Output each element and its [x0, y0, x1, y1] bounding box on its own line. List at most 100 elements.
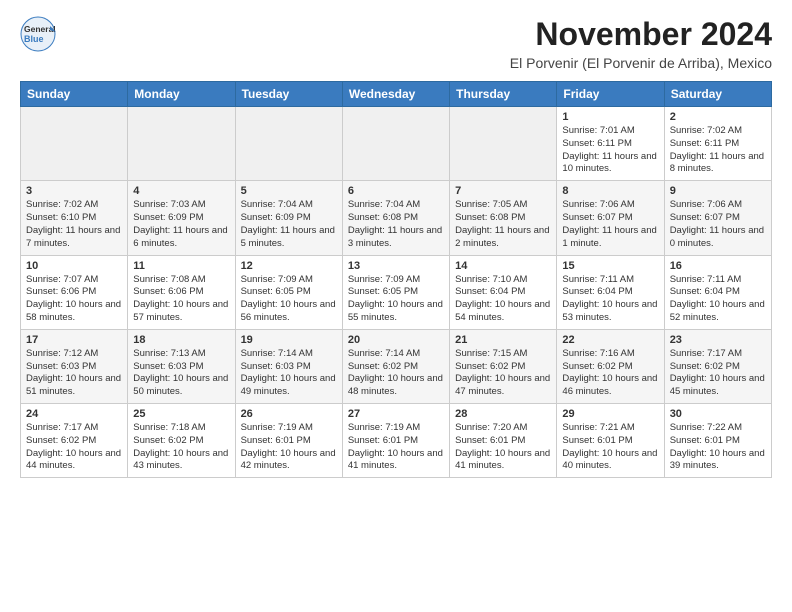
day-detail: Sunrise: 7:19 AM Sunset: 6:01 PM Dayligh… [241, 422, 337, 473]
location: El Porvenir (El Porvenir de Arriba), Mex… [510, 55, 772, 71]
calendar-cell: 15 Sunrise: 7:11 AM Sunset: 6:04 PM Dayli… [557, 255, 664, 329]
weekday-header-wednesday: Wednesday [342, 82, 449, 107]
calendar-cell: 8 Sunrise: 7:06 AM Sunset: 6:07 PM Daylig… [557, 181, 664, 255]
calendar-cell: 7 Sunrise: 7:05 AM Sunset: 6:08 PM Daylig… [450, 181, 557, 255]
calendar-cell: 9Sunrise: 7:06 AM Sunset: 6:07 PM Daylig… [664, 181, 771, 255]
calendar-cell: 18 Sunrise: 7:13 AM Sunset: 6:03 PM Dayli… [128, 329, 235, 403]
day-number: 21 [455, 334, 551, 346]
weekday-header-monday: Monday [128, 82, 235, 107]
day-detail: Sunrise: 7:15 AM Sunset: 6:02 PM Dayligh… [455, 348, 551, 399]
day-number: 15 [562, 260, 658, 272]
day-number: 28 [455, 408, 551, 420]
calendar-cell: 1 Sunrise: 7:01 AM Sunset: 6:11 PM Daylig… [557, 107, 664, 181]
day-number: 8 [562, 185, 658, 197]
day-number: 3 [26, 185, 122, 197]
day-detail: Sunrise: 7:20 AM Sunset: 6:01 PM Dayligh… [455, 422, 551, 473]
calendar-week-0: 1 Sunrise: 7:01 AM Sunset: 6:11 PM Daylig… [21, 107, 772, 181]
day-number: 26 [241, 408, 337, 420]
day-detail: Sunrise: 7:17 AM Sunset: 6:02 PM Dayligh… [670, 348, 766, 399]
calendar-cell: 28 Sunrise: 7:20 AM Sunset: 6:01 PM Dayli… [450, 404, 557, 478]
day-detail: Sunrise: 7:06 AM Sunset: 6:07 PM Dayligh… [670, 199, 766, 250]
calendar-cell: 25 Sunrise: 7:18 AM Sunset: 6:02 PM Dayli… [128, 404, 235, 478]
day-number: 6 [348, 185, 444, 197]
calendar-week-3: 17 Sunrise: 7:12 AM Sunset: 6:03 PM Dayli… [21, 329, 772, 403]
calendar-cell: 3 Sunrise: 7:02 AM Sunset: 6:10 PM Daylig… [21, 181, 128, 255]
day-number: 4 [133, 185, 229, 197]
calendar-cell: 24Sunrise: 7:17 AM Sunset: 6:02 PM Dayli… [21, 404, 128, 478]
calendar-cell: 27 Sunrise: 7:19 AM Sunset: 6:01 PM Dayli… [342, 404, 449, 478]
calendar-cell [450, 107, 557, 181]
calendar-cell: 10 Sunrise: 7:07 AM Sunset: 6:06 PM Dayli… [21, 255, 128, 329]
calendar-cell: 12 Sunrise: 7:09 AM Sunset: 6:05 PM Dayli… [235, 255, 342, 329]
calendar-cell [128, 107, 235, 181]
calendar-cell: 26 Sunrise: 7:19 AM Sunset: 6:01 PM Dayli… [235, 404, 342, 478]
month-title: November 2024 [510, 16, 772, 53]
calendar-cell [21, 107, 128, 181]
day-number: 7 [455, 185, 551, 197]
calendar-cell: 19 Sunrise: 7:14 AM Sunset: 6:03 PM Dayli… [235, 329, 342, 403]
svg-text:Blue: Blue [24, 34, 44, 44]
calendar-cell: 17 Sunrise: 7:12 AM Sunset: 6:03 PM Dayli… [21, 329, 128, 403]
day-detail: Sunrise: 7:18 AM Sunset: 6:02 PM Dayligh… [133, 422, 229, 473]
logo-svg: General Blue [20, 16, 56, 52]
calendar-cell: 20 Sunrise: 7:14 AM Sunset: 6:02 PM Dayli… [342, 329, 449, 403]
day-number: 17 [26, 334, 122, 346]
day-number: 18 [133, 334, 229, 346]
logo: General Blue [20, 16, 56, 52]
day-number: 13 [348, 260, 444, 272]
weekday-header-friday: Friday [557, 82, 664, 107]
day-detail: Sunrise: 7:04 AM Sunset: 6:08 PM Dayligh… [348, 199, 444, 250]
calendar-cell: 2 Sunrise: 7:02 AM Sunset: 6:11 PM Daylig… [664, 107, 771, 181]
day-detail: Sunrise: 7:10 AM Sunset: 6:04 PM Dayligh… [455, 274, 551, 325]
day-number: 14 [455, 260, 551, 272]
day-detail: Sunrise: 7:02 AM Sunset: 6:11 PM Dayligh… [670, 125, 766, 176]
calendar-cell: 11Sunrise: 7:08 AM Sunset: 6:06 PM Dayli… [128, 255, 235, 329]
calendar-cell: 21 Sunrise: 7:15 AM Sunset: 6:02 PM Dayli… [450, 329, 557, 403]
day-detail: Sunrise: 7:02 AM Sunset: 6:10 PM Dayligh… [26, 199, 122, 250]
calendar-week-1: 3 Sunrise: 7:02 AM Sunset: 6:10 PM Daylig… [21, 181, 772, 255]
weekday-header-tuesday: Tuesday [235, 82, 342, 107]
day-detail: Sunrise: 7:06 AM Sunset: 6:07 PM Dayligh… [562, 199, 658, 250]
day-number: 29 [562, 408, 658, 420]
day-detail: Sunrise: 7:11 AM Sunset: 6:04 PM Dayligh… [562, 274, 658, 325]
day-number: 2 [670, 111, 766, 123]
calendar-cell: 14 Sunrise: 7:10 AM Sunset: 6:04 PM Dayli… [450, 255, 557, 329]
day-number: 23 [670, 334, 766, 346]
day-number: 19 [241, 334, 337, 346]
weekday-header-saturday: Saturday [664, 82, 771, 107]
page-header: General Blue November 2024 El Porvenir (… [20, 16, 772, 71]
day-detail: Sunrise: 7:09 AM Sunset: 6:05 PM Dayligh… [241, 274, 337, 325]
day-detail: Sunrise: 7:22 AM Sunset: 6:01 PM Dayligh… [670, 422, 766, 473]
calendar-cell [342, 107, 449, 181]
day-detail: Sunrise: 7:19 AM Sunset: 6:01 PM Dayligh… [348, 422, 444, 473]
day-number: 25 [133, 408, 229, 420]
day-detail: Sunrise: 7:14 AM Sunset: 6:02 PM Dayligh… [348, 348, 444, 399]
day-number: 12 [241, 260, 337, 272]
calendar-cell [235, 107, 342, 181]
day-number: 10 [26, 260, 122, 272]
calendar-week-4: 24Sunrise: 7:17 AM Sunset: 6:02 PM Dayli… [21, 404, 772, 478]
day-detail: Sunrise: 7:16 AM Sunset: 6:02 PM Dayligh… [562, 348, 658, 399]
calendar-cell: 30 Sunrise: 7:22 AM Sunset: 6:01 PM Dayli… [664, 404, 771, 478]
calendar-cell: 16Sunrise: 7:11 AM Sunset: 6:04 PM Dayli… [664, 255, 771, 329]
day-detail: Sunrise: 7:07 AM Sunset: 6:06 PM Dayligh… [26, 274, 122, 325]
title-block: November 2024 El Porvenir (El Porvenir d… [510, 16, 772, 71]
day-detail: Sunrise: 7:14 AM Sunset: 6:03 PM Dayligh… [241, 348, 337, 399]
weekday-header-thursday: Thursday [450, 82, 557, 107]
day-number: 1 [562, 111, 658, 123]
day-detail: Sunrise: 7:04 AM Sunset: 6:09 PM Dayligh… [241, 199, 337, 250]
day-number: 22 [562, 334, 658, 346]
day-number: 30 [670, 408, 766, 420]
day-number: 27 [348, 408, 444, 420]
calendar-cell: 4Sunrise: 7:03 AM Sunset: 6:09 PM Daylig… [128, 181, 235, 255]
day-detail: Sunrise: 7:11 AM Sunset: 6:04 PM Dayligh… [670, 274, 766, 325]
weekday-header-row: SundayMondayTuesdayWednesdayThursdayFrid… [21, 82, 772, 107]
day-detail: Sunrise: 7:12 AM Sunset: 6:03 PM Dayligh… [26, 348, 122, 399]
day-detail: Sunrise: 7:01 AM Sunset: 6:11 PM Dayligh… [562, 125, 658, 176]
day-detail: Sunrise: 7:05 AM Sunset: 6:08 PM Dayligh… [455, 199, 551, 250]
calendar-week-2: 10 Sunrise: 7:07 AM Sunset: 6:06 PM Dayli… [21, 255, 772, 329]
calendar-cell: 23 Sunrise: 7:17 AM Sunset: 6:02 PM Dayli… [664, 329, 771, 403]
day-number: 20 [348, 334, 444, 346]
day-detail: Sunrise: 7:13 AM Sunset: 6:03 PM Dayligh… [133, 348, 229, 399]
calendar-cell: 29Sunrise: 7:21 AM Sunset: 6:01 PM Dayli… [557, 404, 664, 478]
